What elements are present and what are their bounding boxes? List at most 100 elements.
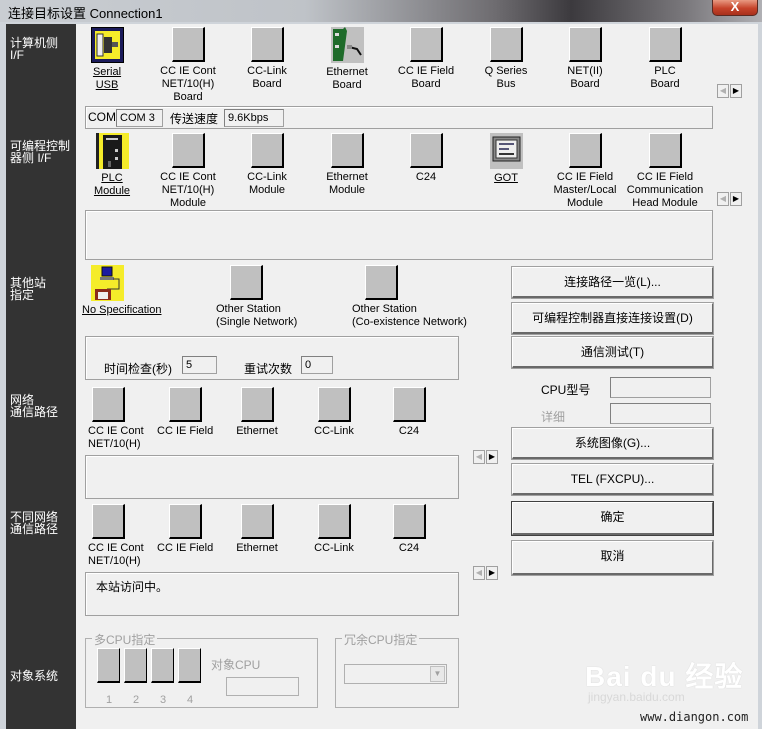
- blank-network-icon: [392, 504, 426, 539]
- pc-if-net2-board[interactable]: NET(II) Board: [555, 27, 615, 91]
- blank-board-icon: [171, 27, 205, 62]
- pc-if-scroll[interactable]: ◀ ▶: [717, 84, 743, 98]
- item-label: CC IE Field: [556, 171, 614, 183]
- item-label: Module: [93, 185, 131, 197]
- sidebar-label-line: 通信路径: [10, 522, 59, 536]
- scroll-right-icon[interactable]: ▶: [730, 192, 742, 206]
- blank-network-icon: [168, 387, 202, 422]
- plc-if-cc-ie-cont-module[interactable]: CC IE Cont NET/10(H) Module: [153, 133, 223, 210]
- pc-if-q-series-bus[interactable]: Q Series Bus: [476, 27, 536, 91]
- scroll-left-icon[interactable]: ◀: [717, 84, 729, 98]
- pc-if-ethernet-board[interactable]: Ethernet Board: [317, 27, 377, 92]
- network-route-ethernet[interactable]: Ethernet: [232, 387, 282, 438]
- item-label: Bus: [496, 78, 516, 90]
- scroll-right-icon[interactable]: ▶: [486, 566, 498, 580]
- plc-if-cc-ie-field-head-module[interactable]: CC IE Field Communication Head Module: [626, 133, 704, 210]
- blank-board-icon: [250, 27, 284, 62]
- item-label: NET/10(H): [88, 555, 141, 567]
- network-route-cc-link[interactable]: CC-Link: [309, 387, 359, 438]
- pc-if-plc-board[interactable]: PLC Board: [635, 27, 695, 91]
- blank-board-icon: [648, 27, 682, 62]
- pc-if-cc-link-board[interactable]: CC-Link Board: [237, 27, 297, 91]
- blank-network-icon: [92, 504, 125, 539]
- sidebar-label-line: 指定: [10, 288, 35, 302]
- co-network-route-cc-ie-cont[interactable]: CC IE Cont NET/10(H): [88, 504, 144, 568]
- serial-usb-icon: [90, 27, 124, 63]
- ethernet-board-icon: [330, 27, 364, 63]
- blank-board-icon: [568, 27, 602, 62]
- co-network-route-cc-ie-field[interactable]: CC IE Field: [157, 504, 213, 555]
- blank-network-icon: [92, 387, 125, 422]
- item-label: CC-Link: [247, 65, 287, 77]
- plc-if-got[interactable]: GOT: [476, 133, 536, 185]
- network-route-cc-ie-field[interactable]: CC IE Field: [157, 387, 213, 438]
- sidebar-label-line: 器侧 I/F: [10, 151, 52, 165]
- timeout-field[interactable]: 5: [182, 356, 217, 374]
- scroll-left-icon[interactable]: ◀: [473, 566, 485, 580]
- co-network-route-ethernet[interactable]: Ethernet: [232, 504, 282, 555]
- item-label: Board: [650, 78, 680, 90]
- other-station-no-specification[interactable]: No Specification: [82, 265, 162, 317]
- pc-if-cc-ie-cont-board[interactable]: CC IE Cont NET/10(H) Board: [153, 27, 223, 104]
- sidebar: [6, 24, 76, 729]
- plc-if-c24[interactable]: C24: [396, 133, 456, 184]
- item-label: Other Station: [216, 303, 281, 315]
- cpu-slot-1: [97, 648, 120, 683]
- item-label: NET/10(H): [161, 78, 215, 90]
- plc-if-scroll[interactable]: ◀ ▶: [717, 192, 743, 206]
- scroll-left-icon[interactable]: ◀: [717, 192, 729, 206]
- chevron-down-icon: ▼: [430, 666, 445, 682]
- item-label: Board: [332, 79, 362, 91]
- co-network-route-c24[interactable]: C24: [384, 504, 434, 555]
- scroll-right-icon[interactable]: ▶: [486, 450, 498, 464]
- system-image-button[interactable]: 系统图像(G)...: [512, 428, 713, 459]
- blank-station-icon: [230, 265, 263, 300]
- close-icon: X: [730, 0, 740, 14]
- sidebar-label-plc-if: 可编程控制 器侧 I/F: [10, 140, 70, 164]
- blank-module-icon: [648, 133, 682, 168]
- blank-board-icon: [409, 27, 443, 62]
- item-label: Q Series: [484, 65, 528, 77]
- co-network-route-scroll[interactable]: ◀ ▶: [473, 566, 499, 580]
- cancel-button[interactable]: 取消: [512, 541, 713, 575]
- other-station-coexistence-network[interactable]: Other Station (Co-existence Network): [352, 265, 472, 329]
- scroll-right-icon[interactable]: ▶: [730, 84, 742, 98]
- network-route-scroll[interactable]: ◀ ▶: [473, 450, 499, 464]
- blank-network-icon: [392, 387, 426, 422]
- blank-module-icon: [330, 133, 364, 168]
- other-station-single-network[interactable]: Other Station (Single Network): [216, 265, 306, 329]
- item-label: Serial: [92, 66, 122, 78]
- item-label: NET/10(H): [161, 184, 215, 196]
- cpu-number-4: 4: [187, 694, 194, 706]
- item-label: (Co-existence Network): [352, 316, 467, 328]
- plc-if-cc-link-module[interactable]: CC-Link Module: [237, 133, 297, 197]
- retry-field[interactable]: 0: [301, 356, 333, 374]
- sidebar-label-other-station: 其他站 指定: [10, 277, 46, 301]
- close-button[interactable]: X: [712, 0, 758, 16]
- pc-if-serial-usb[interactable]: Serial USB: [82, 27, 132, 92]
- plc-direct-connection-button[interactable]: 可编程控制器直接连接设置(D): [512, 303, 713, 334]
- ok-button[interactable]: 确定: [512, 502, 713, 535]
- blank-network-icon: [317, 387, 351, 422]
- timeout-label: 时间检查(秒): [104, 362, 172, 376]
- plc-if-plc-module[interactable]: PLC Module: [87, 133, 137, 198]
- co-network-route-cc-link[interactable]: CC-Link: [309, 504, 359, 555]
- network-route-detail-panel: [85, 455, 459, 499]
- network-route-c24[interactable]: C24: [384, 387, 434, 438]
- pc-if-cc-ie-field-board[interactable]: CC IE Field Board: [395, 27, 457, 91]
- item-label: CC-Link: [247, 171, 287, 183]
- network-route-cc-ie-cont[interactable]: CC IE Cont NET/10(H): [88, 387, 144, 451]
- blank-module-icon: [409, 133, 443, 168]
- plc-if-cc-ie-field-master-local[interactable]: CC IE Field Master/Local Module: [551, 133, 619, 210]
- plc-if-ethernet-module[interactable]: Ethernet Module: [317, 133, 377, 197]
- scroll-left-icon[interactable]: ◀: [473, 450, 485, 464]
- tel-fxcpu-button[interactable]: TEL (FXCPU)...: [512, 464, 713, 495]
- blank-board-icon: [489, 27, 523, 62]
- retry-label: 重试次数: [244, 362, 293, 376]
- item-label: Module: [566, 197, 604, 209]
- sidebar-label-line: I/F: [10, 48, 24, 62]
- redundant-cpu-select: ▼: [344, 664, 447, 684]
- communication-test-button[interactable]: 通信测试(T): [512, 337, 713, 368]
- connection-list-button[interactable]: 连接路径一览(L)...: [512, 267, 713, 298]
- cpu-model-label: CPU型号: [541, 383, 591, 397]
